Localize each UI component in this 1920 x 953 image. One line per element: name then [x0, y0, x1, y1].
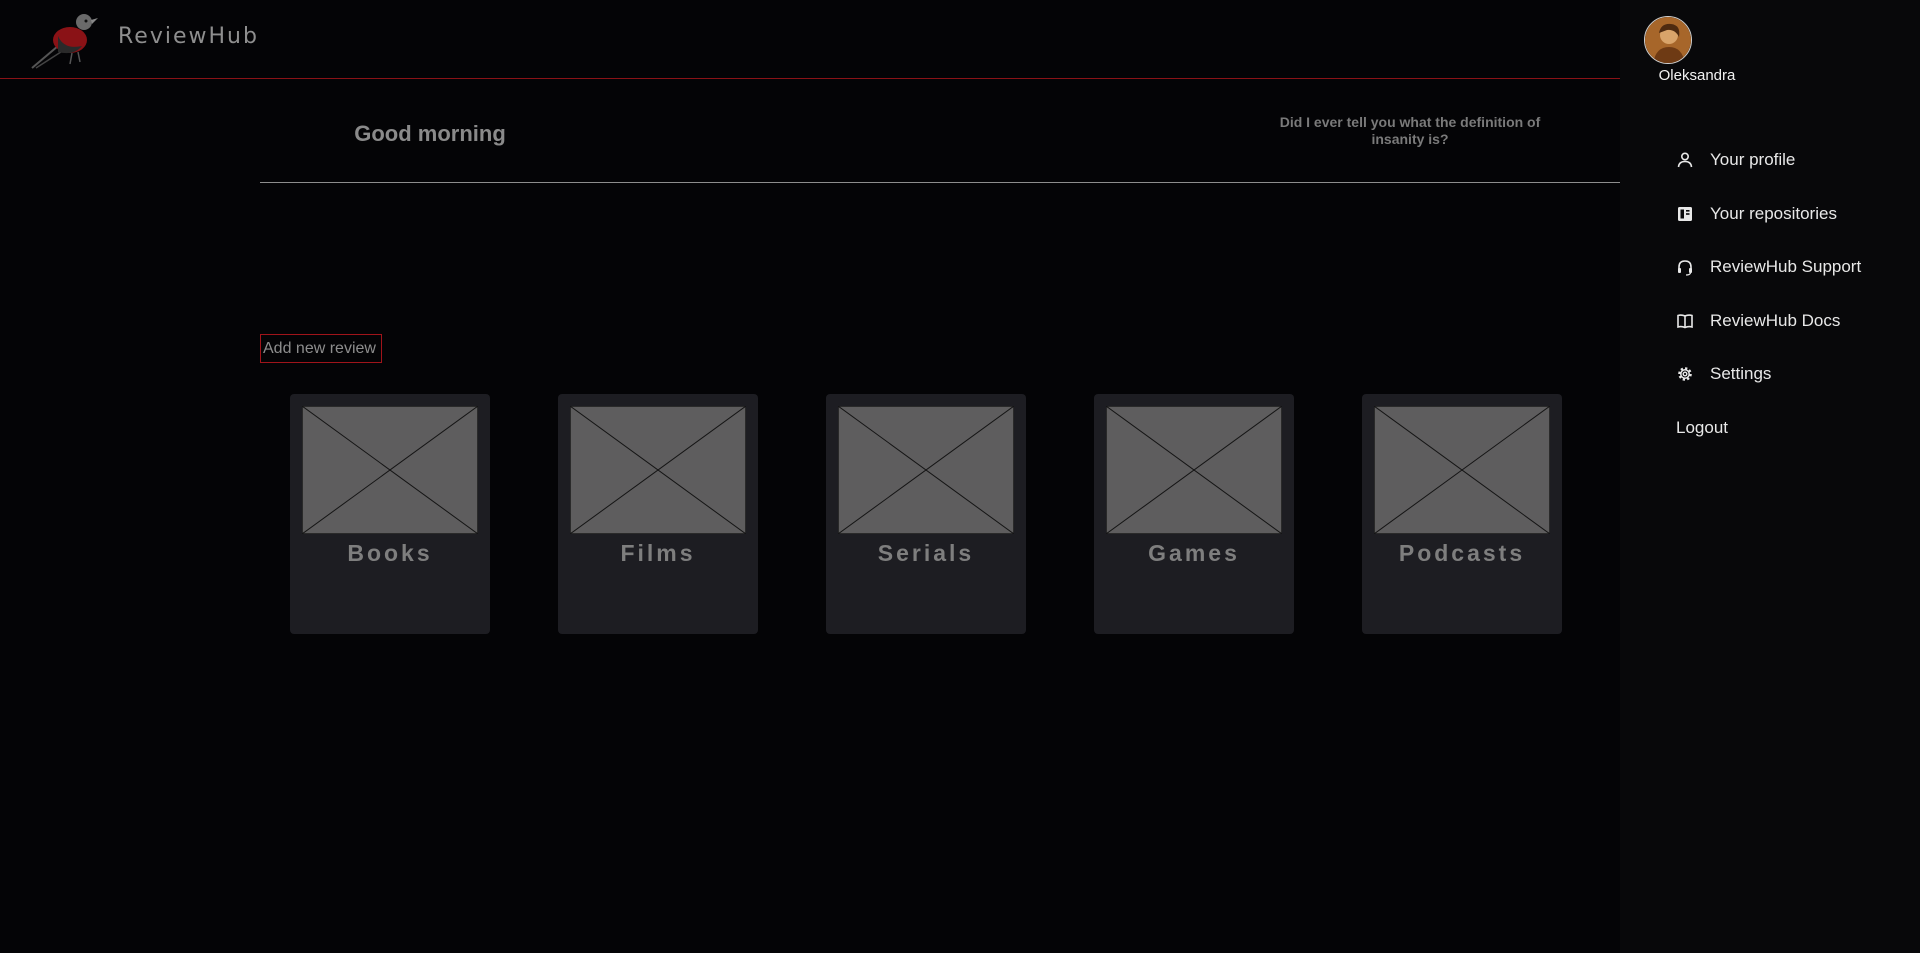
menu-item-reviewhub-docs[interactable]: ReviewHub Docs	[1676, 306, 1906, 336]
category-label: Games	[1148, 540, 1240, 566]
greeting-text: Good morning	[354, 121, 506, 146]
menu-item-label: ReviewHub Support	[1710, 257, 1862, 276]
top-header: ReviewHub	[0, 0, 1620, 79]
brand-name[interactable]: ReviewHub	[118, 24, 259, 49]
person-icon	[1677, 152, 1693, 168]
category-label: Podcasts	[1398, 540, 1526, 566]
username: Oleksandra	[1658, 67, 1736, 84]
image-placeholder-icon	[570, 406, 746, 534]
divider	[260, 182, 1620, 183]
category-card-serials[interactable]: Serials	[826, 394, 1026, 634]
quote-text: Did I ever tell you what the definition …	[1279, 114, 1541, 147]
image-placeholder-icon	[302, 406, 478, 534]
avatar[interactable]	[1644, 16, 1692, 64]
image-placeholder-icon	[1374, 406, 1550, 534]
gear-icon	[1678, 367, 1692, 381]
repository-icon	[1678, 207, 1692, 221]
category-card-games[interactable]: Games	[1094, 394, 1294, 634]
menu-item-label: ReviewHub Docs	[1710, 311, 1841, 330]
menu-item-your-profile[interactable]: Your profile	[1676, 145, 1906, 175]
logo-bird-icon[interactable]	[28, 6, 104, 72]
category-card-films[interactable]: Films	[558, 394, 758, 634]
menu-item-settings[interactable]: Settings	[1676, 359, 1906, 389]
image-placeholder-icon	[838, 406, 1014, 534]
category-label: Films	[620, 540, 696, 566]
category-card-books[interactable]: Books	[290, 394, 490, 634]
menu-item-label: Settings	[1710, 364, 1772, 383]
add-new-review-button[interactable]: Add new review	[260, 334, 382, 363]
menu-item-label: Your profile	[1710, 150, 1796, 169]
headset-icon	[1678, 260, 1692, 276]
menu-item-label: Logout	[1676, 418, 1728, 437]
category-label: Books	[347, 540, 433, 566]
book-icon	[1677, 314, 1693, 329]
category-card-podcasts[interactable]: Podcasts	[1362, 394, 1562, 634]
image-placeholder-icon	[1106, 406, 1282, 534]
logout-button[interactable]: Logout	[1676, 413, 1906, 443]
menu-item-your-repositories[interactable]: Your repositories	[1676, 199, 1906, 229]
category-label: Serials	[877, 540, 975, 566]
menu-item-label: Your repositories	[1710, 204, 1837, 223]
user-menu-drawer: Oleksandra Your profile Your repositorie…	[1620, 0, 1920, 953]
menu-item-reviewhub-support[interactable]: ReviewHub Support	[1676, 252, 1906, 282]
